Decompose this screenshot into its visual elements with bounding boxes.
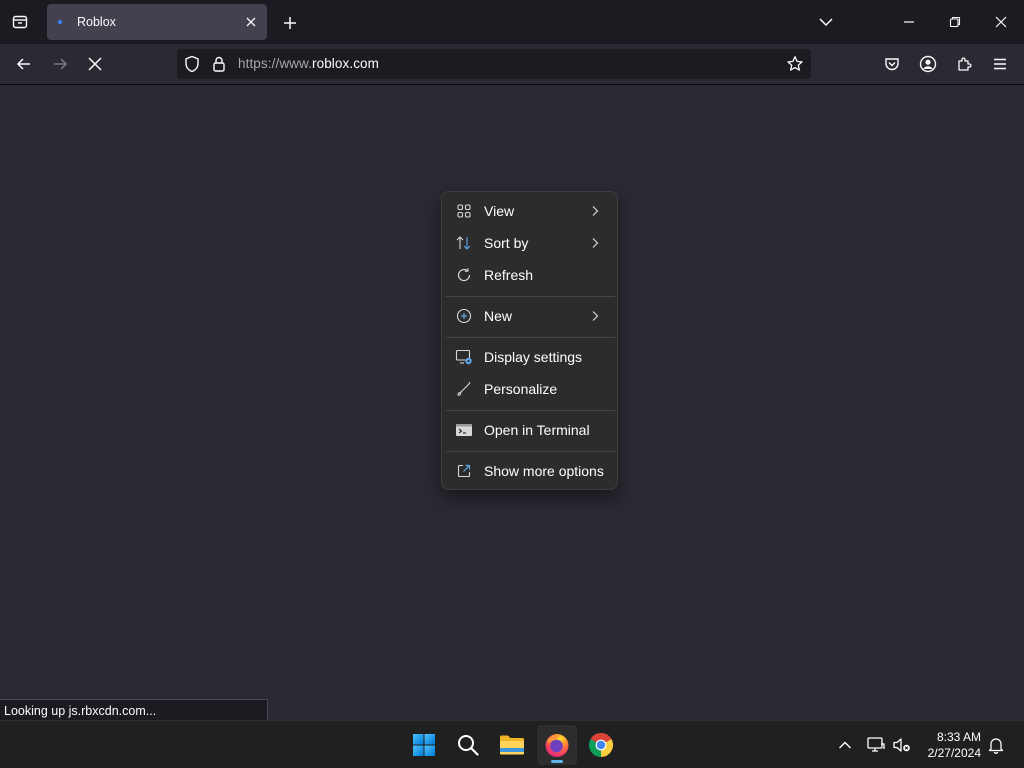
menu-separator <box>446 410 615 411</box>
chevron-up-icon <box>839 741 851 749</box>
menu-item-new[interactable]: New <box>446 301 613 331</box>
arrow-left-icon <box>16 58 30 70</box>
desktop-context-menu: View Sort by Refresh New Display setting… <box>441 191 618 490</box>
menu-item-label: Display settings <box>484 349 583 365</box>
menu-separator <box>446 451 615 452</box>
extensions-button[interactable] <box>949 50 979 78</box>
chevron-right-icon <box>591 310 601 322</box>
minimize-icon <box>904 21 914 23</box>
loading-favicon-icon <box>58 20 62 24</box>
close-icon <box>246 17 256 27</box>
menu-item-personalize[interactable]: Personalize <box>446 374 613 404</box>
chevron-right-icon <box>591 237 601 249</box>
hamburger-icon <box>994 58 1006 70</box>
file-explorer-icon <box>500 735 524 755</box>
window-close-button[interactable] <box>989 11 1013 33</box>
plus-icon <box>284 17 296 29</box>
volume-muted-icon <box>893 738 910 752</box>
menu-item-label: Refresh <box>484 267 534 283</box>
tab-title: Roblox <box>77 15 116 29</box>
brush-icon <box>455 380 473 398</box>
menu-item-show-more-options[interactable]: Show more options <box>446 456 613 486</box>
close-icon <box>88 57 102 71</box>
file-explorer-button[interactable] <box>492 725 532 765</box>
taskbar: 8:33 AM 2/27/2024 <box>0 720 1024 768</box>
refresh-icon <box>455 266 473 284</box>
clock-date: 2/27/2024 <box>927 746 981 760</box>
status-panel: Looking up js.rbxcdn.com... <box>0 699 268 721</box>
url-bar[interactable]: https://www.roblox.com <box>177 49 811 79</box>
back-button[interactable] <box>9 50 39 78</box>
url-text[interactable]: https://www.roblox.com <box>238 56 379 71</box>
app-menu-button[interactable] <box>985 50 1015 78</box>
account-icon <box>919 55 937 73</box>
menu-item-label: Personalize <box>484 381 558 397</box>
volume-button[interactable] <box>890 733 914 757</box>
new-tab-button[interactable] <box>279 12 301 34</box>
menu-item-label: Show more options <box>484 463 604 479</box>
pocket-icon <box>885 58 899 71</box>
restore-icon <box>949 16 961 28</box>
notifications-button[interactable] <box>984 733 1008 757</box>
network-icon <box>867 737 885 752</box>
menu-item-sort-by[interactable]: Sort by <box>446 228 613 258</box>
stop-loading-button[interactable] <box>80 50 110 78</box>
account-button[interactable] <box>913 50 943 78</box>
menu-separator <box>446 296 615 297</box>
external-icon <box>455 462 473 480</box>
chrome-taskbar-button[interactable] <box>581 725 621 765</box>
firefox-view-icon <box>12 15 28 29</box>
tracking-protection-shield-icon[interactable] <box>184 55 200 73</box>
menu-item-label: View <box>484 203 515 219</box>
url-domain: roblox.com <box>311 56 380 71</box>
terminal-icon <box>455 421 473 439</box>
menu-item-label: New <box>484 308 513 324</box>
menu-item-view[interactable]: View <box>446 196 613 226</box>
lock-icon[interactable] <box>212 55 226 73</box>
clock-time: 8:33 AM <box>936 730 981 744</box>
bookmark-star-icon[interactable] <box>786 55 804 73</box>
chevron-down-icon <box>819 18 833 27</box>
menu-item-label: Open in Terminal <box>484 422 590 438</box>
start-button[interactable] <box>404 725 444 765</box>
chrome-icon <box>588 732 614 757</box>
menu-separator <box>446 337 615 338</box>
plus-circle-icon <box>455 307 473 325</box>
restore-button[interactable] <box>943 11 967 33</box>
navigation-toolbar: https://www.roblox.com <box>0 44 1024 85</box>
menu-item-label: Sort by <box>484 235 529 251</box>
menu-item-display-settings[interactable]: Display settings <box>446 342 613 372</box>
tab-strip: Roblox <box>0 0 1024 44</box>
show-hidden-icons-button[interactable] <box>833 733 857 757</box>
firefox-taskbar-button[interactable] <box>537 725 577 765</box>
search-icon <box>458 735 479 756</box>
network-status-button[interactable] <box>864 733 888 757</box>
menu-item-open-in-terminal[interactable]: Open in Terminal <box>446 415 613 445</box>
active-app-indicator <box>551 760 563 763</box>
grid-icon <box>455 202 473 220</box>
firefox-view-button[interactable] <box>8 11 32 33</box>
start-icon <box>413 734 435 756</box>
pocket-button[interactable] <box>877 50 907 78</box>
tab-close-button[interactable] <box>240 11 262 33</box>
sort-icon <box>455 234 473 252</box>
puzzle-icon <box>958 57 972 71</box>
bell-icon <box>988 738 1004 754</box>
forward-button[interactable] <box>45 50 75 78</box>
list-all-tabs-button[interactable] <box>815 11 837 33</box>
tab-roblox[interactable]: Roblox <box>47 4 267 40</box>
firefox-icon <box>545 734 569 757</box>
url-prefix: https://www. <box>238 56 312 71</box>
arrow-right-icon <box>54 58 68 70</box>
display-icon <box>455 348 473 366</box>
menu-item-refresh[interactable]: Refresh <box>446 260 613 290</box>
minimize-button[interactable] <box>897 11 921 33</box>
clock[interactable]: 8:33 AM 2/27/2024 <box>928 729 981 761</box>
close-icon <box>995 16 1007 28</box>
search-button[interactable] <box>448 725 488 765</box>
chevron-right-icon <box>591 205 601 217</box>
